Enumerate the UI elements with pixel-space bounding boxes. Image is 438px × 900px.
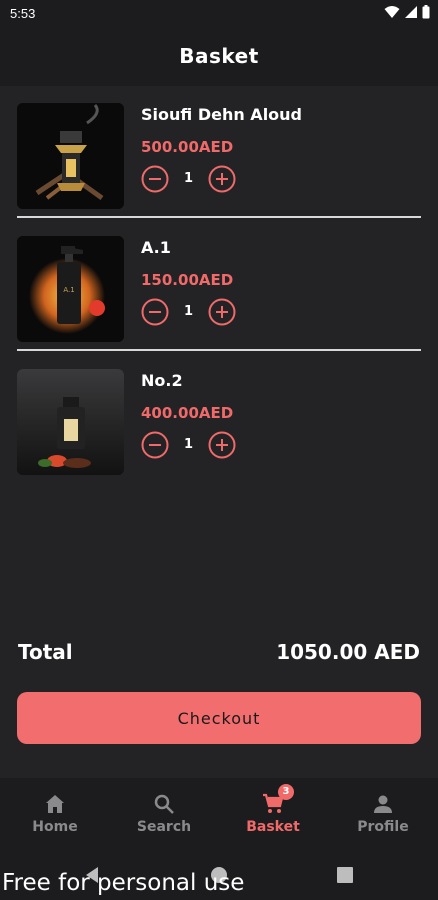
minus-icon[interactable]	[141, 165, 169, 193]
svg-text:A.1: A.1	[63, 286, 74, 294]
signal-icon	[405, 6, 417, 18]
product-image: A.1	[17, 236, 124, 342]
wifi-icon	[384, 6, 400, 18]
page-title: Basket	[179, 44, 259, 68]
app-bar: Basket	[0, 28, 438, 86]
nav-item-basket[interactable]: 3 Basket	[218, 778, 328, 848]
divider	[17, 349, 421, 351]
nav-label: Profile	[357, 819, 409, 835]
item-price: 500.00AED	[141, 138, 234, 156]
nav-label: Home	[32, 819, 78, 835]
item-price: 400.00AED	[141, 404, 234, 422]
minus-icon[interactable]	[141, 431, 169, 459]
basket-item: A.1 A.1 150.00AED 1	[17, 236, 421, 342]
nav-label: Basket	[246, 819, 300, 835]
battery-icon	[422, 5, 430, 19]
product-image	[17, 103, 124, 209]
plus-icon[interactable]	[208, 298, 236, 326]
nav-label: Search	[136, 819, 192, 835]
item-price: 150.00AED	[141, 271, 234, 289]
item-name: No.2	[141, 371, 183, 390]
status-time: 5:53	[10, 6, 36, 21]
nav-item-profile[interactable]: Profile	[328, 778, 438, 848]
quantity-stepper: 1	[141, 431, 241, 461]
quantity-value: 1	[183, 171, 194, 186]
plus-icon[interactable]	[208, 165, 236, 193]
total-label: Total	[18, 640, 73, 664]
person-icon	[374, 795, 392, 813]
checkout-button[interactable]: Checkout	[17, 692, 421, 744]
plus-icon[interactable]	[208, 431, 236, 459]
cart-count-badge: 3	[278, 784, 294, 800]
total-value: 1050.00 AED	[276, 640, 420, 664]
home-icon	[46, 795, 64, 813]
basket-item: Sioufi Dehn Aloud 500.00AED 1	[17, 103, 421, 209]
quantity-stepper: 1	[141, 298, 241, 328]
quantity-value: 1	[183, 304, 194, 319]
status-icons	[384, 5, 430, 19]
watermark-text: Free for personal use	[2, 870, 245, 896]
item-name: A.1	[141, 238, 171, 257]
search-icon	[154, 794, 174, 814]
minus-icon[interactable]	[141, 298, 169, 326]
nav-item-home[interactable]: Home	[0, 778, 110, 848]
recents-icon[interactable]	[337, 867, 353, 883]
product-image	[17, 369, 124, 475]
divider	[17, 216, 421, 218]
status-bar: 5:53	[0, 0, 438, 28]
quantity-stepper: 1	[141, 165, 241, 195]
basket-item: No.2 400.00AED 1	[17, 369, 421, 475]
nav-item-search[interactable]: Search	[109, 778, 219, 848]
item-name: Sioufi Dehn Aloud	[141, 105, 303, 124]
bottom-nav: Home Search 3 Basket Profile	[0, 778, 438, 848]
quantity-value: 1	[183, 437, 194, 452]
